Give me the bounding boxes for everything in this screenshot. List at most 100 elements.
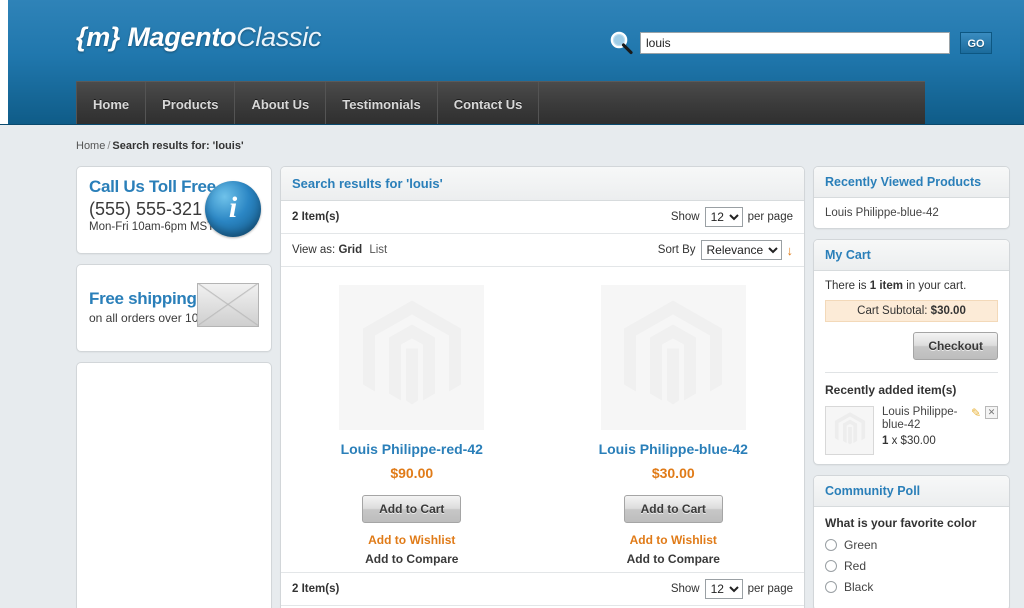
item-count-bottom: 2 Item(s) [292, 583, 340, 595]
per-page-control-top: Show 12 per page [671, 207, 793, 227]
nav-item-contact-us[interactable]: Contact Us [438, 82, 540, 124]
cart-item-thumbnail[interactable] [825, 406, 874, 455]
main-navigation: Home Products About Us Testimonials Cont… [76, 81, 925, 124]
product-grid: Louis Philippe-red-42 $90.00 Add to Cart… [281, 267, 804, 572]
toolbar-top-count-row: 2 Item(s) Show 12 per page [281, 201, 804, 234]
right-sidebar: Recently Viewed Products Louis Philippe-… [813, 166, 1010, 608]
cart-mini-item: Louis Philippe-blue-42 1 x $30.00 ✎ ✕ [825, 406, 998, 455]
view-as-label-top: View as: [292, 244, 336, 256]
left-sidebar: Call Us Toll Free (555) 555-321 Mon-Fri … [76, 166, 272, 608]
poll-question: What is your favorite color [825, 516, 977, 530]
left-sidebar-empty-panel [76, 362, 272, 608]
sort-by-select-top[interactable]: Relevance [700, 240, 782, 260]
radio-icon[interactable] [825, 560, 837, 572]
breadcrumb-current: Search results for: 'louis' [112, 140, 244, 152]
my-cart-block: My Cart There is 1 item in your cart. Ca… [813, 239, 1010, 465]
site-header: {m} MagentoClassic GO Home Products Abou… [0, 0, 1024, 125]
nav-item-products[interactable]: Products [146, 82, 236, 124]
logo-bold-text: Magento [127, 22, 237, 52]
my-cart-body: There is 1 item in your cart. Cart Subto… [814, 271, 1009, 464]
community-poll-body: What is your favorite color Green Red Bl… [814, 507, 1009, 608]
cart-item-count: 1 item [869, 280, 903, 292]
my-cart-title: My Cart [825, 248, 871, 262]
magento-placeholder-icon [833, 410, 867, 451]
recently-viewed-header: Recently Viewed Products [814, 167, 1009, 198]
community-poll-block: Community Poll What is your favorite col… [813, 475, 1010, 608]
recently-viewed-body: Louis Philippe-blue-42 [814, 198, 1009, 228]
recently-viewed-block: Recently Viewed Products Louis Philippe-… [813, 166, 1010, 229]
cart-item-actions: ✎ ✕ [971, 406, 998, 420]
search-results-header: Search results for 'louis' [281, 167, 804, 201]
per-page-control-bottom: Show 12 per page [671, 579, 793, 599]
view-list-top[interactable]: List [369, 244, 387, 256]
poll-option-label: Red [844, 559, 867, 573]
main-content: Call Us Toll Free (555) 555-321 Mon-Fri … [76, 166, 1010, 608]
checkout-button[interactable]: Checkout [913, 332, 998, 360]
community-poll-header: Community Poll [814, 476, 1009, 507]
item-count-top: 2 Item(s) [292, 211, 340, 223]
search-results-panel: Search results for 'louis' 2 Item(s) Sho… [280, 166, 805, 608]
add-to-wishlist-link[interactable]: Add to Wishlist [551, 533, 797, 547]
logo-brace: {m} [76, 22, 121, 52]
product-image-placeholder[interactable] [339, 285, 485, 430]
view-grid-top[interactable]: Grid [338, 244, 362, 256]
search-go-button[interactable]: GO [960, 32, 992, 54]
per-page-label-bottom: per page [747, 583, 793, 595]
nav-item-about-us[interactable]: About Us [235, 82, 327, 124]
list-item[interactable]: Louis Philippe-blue-42 [825, 207, 998, 219]
product-image-placeholder[interactable] [600, 285, 746, 430]
close-icon[interactable]: ✕ [985, 406, 998, 419]
magento-placeholder-icon [618, 296, 728, 419]
show-label-bottom: Show [670, 583, 700, 595]
magnifier-icon [608, 30, 634, 56]
info-badge-icon: i [205, 181, 261, 237]
callout-free-shipping: Free shipping on all orders over 100$ [76, 264, 272, 352]
recently-viewed-title: Recently Viewed Products [825, 175, 982, 189]
per-page-select-top[interactable]: 12 [704, 207, 743, 227]
radio-icon[interactable] [825, 581, 837, 593]
product-item: Louis Philippe-blue-42 $30.00 Add to Car… [543, 285, 805, 566]
per-page-label-top: per page [747, 211, 793, 223]
cart-summary-suffix: in your cart. [906, 280, 967, 292]
search-area: GO [608, 30, 992, 56]
add-to-cart-button[interactable]: Add to Cart [362, 495, 462, 523]
add-to-compare-link[interactable]: Add to Compare [289, 552, 535, 566]
cart-subtotal-label: Cart Subtotal: [857, 305, 928, 317]
per-page-select-bottom[interactable]: 12 [704, 579, 743, 599]
poll-option-black[interactable]: Black [825, 580, 998, 594]
cart-summary-prefix: There is [825, 280, 867, 292]
cart-summary-text: There is 1 item in your cart. [825, 280, 998, 292]
envelope-icon [197, 283, 259, 327]
view-as-top: View as: Grid List [292, 244, 387, 256]
magento-placeholder-icon [357, 296, 467, 419]
product-item: Louis Philippe-red-42 $90.00 Add to Cart… [281, 285, 543, 566]
nav-item-testimonials[interactable]: Testimonials [326, 82, 438, 124]
product-name-link[interactable]: Louis Philippe-red-42 [289, 441, 535, 457]
breadcrumb-separator: / [107, 140, 111, 152]
product-name-link[interactable]: Louis Philippe-blue-42 [551, 441, 797, 457]
nav-item-home[interactable]: Home [76, 82, 147, 124]
poll-option-red[interactable]: Red [825, 559, 998, 573]
poll-option-label: Green [844, 538, 878, 552]
add-to-compare-link[interactable]: Add to Compare [551, 552, 797, 566]
site-logo[interactable]: {m} MagentoClassic [76, 22, 321, 53]
logo-light-text: Classic [236, 22, 322, 52]
cart-item-info: Louis Philippe-blue-42 1 x $30.00 ✎ ✕ [882, 406, 998, 455]
cart-item-qty: 1 [882, 435, 889, 447]
search-input[interactable] [640, 32, 950, 54]
product-price: $30.00 [651, 465, 695, 481]
add-to-wishlist-link[interactable]: Add to Wishlist [289, 533, 535, 547]
cart-item-qty-price: 1 x $30.00 [882, 435, 998, 447]
pencil-icon[interactable]: ✎ [971, 406, 981, 420]
page-root: {m} MagentoClassic GO Home Products Abou… [0, 0, 1024, 608]
checkout-row: Checkout [825, 332, 998, 360]
page-title: Search results for 'louis' [292, 176, 443, 191]
my-cart-header: My Cart [814, 240, 1009, 271]
radio-icon[interactable] [825, 539, 837, 551]
breadcrumb: Home / Search results for: 'louis' [76, 140, 244, 152]
arrow-down-icon-top[interactable]: ↓ [787, 243, 794, 258]
poll-option-green[interactable]: Green [825, 538, 998, 552]
add-to-cart-button[interactable]: Add to Cart [623, 495, 723, 523]
product-price: $90.00 [390, 465, 434, 481]
breadcrumb-home-link[interactable]: Home [76, 140, 105, 152]
